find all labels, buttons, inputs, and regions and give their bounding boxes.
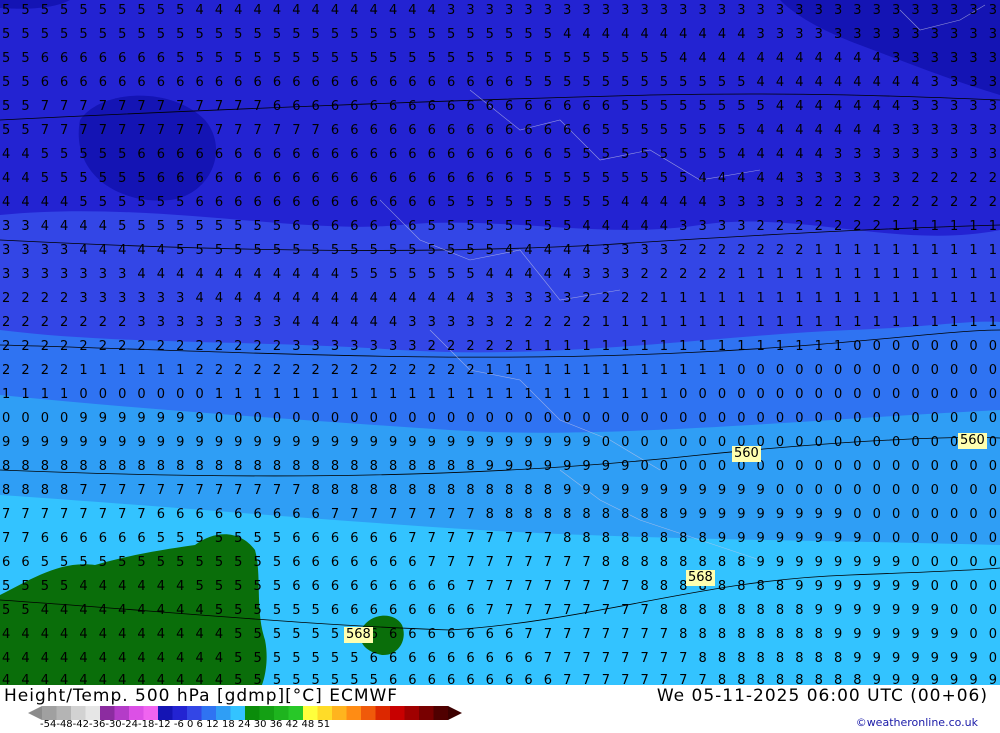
contour-label-560-b: 560 bbox=[958, 433, 987, 449]
forecast-datetime: We 05-11-2025 06:00 UTC (00+06) bbox=[656, 686, 988, 706]
scale-swatch bbox=[361, 706, 376, 720]
scale-swatch bbox=[288, 706, 304, 720]
credit-link[interactable]: ©weatheronline.co.uk bbox=[856, 716, 978, 729]
map-canvas: 5555555555444444444444433333333333333333… bbox=[0, 0, 1000, 685]
color-scale: -54-48-42-36-30-24-18-12 -6 0 6 12 18 24… bbox=[28, 705, 468, 731]
footer: Height/Temp. 500 hPa [gdmp][°C] ECMWF We… bbox=[0, 685, 1000, 733]
scale-arrow-right bbox=[448, 706, 462, 720]
scale-swatch bbox=[419, 706, 434, 720]
scale-swatch bbox=[158, 706, 173, 720]
color-scale-ticks: -54-48-42-36-30-24-18-12 -6 0 6 12 18 24… bbox=[40, 719, 331, 730]
scale-swatch bbox=[274, 706, 289, 720]
scale-swatch bbox=[390, 706, 405, 720]
scale-swatch bbox=[187, 706, 202, 720]
scale-swatch bbox=[114, 706, 130, 720]
scale-swatch bbox=[85, 706, 101, 720]
scale-swatch bbox=[346, 706, 362, 720]
contour-label-560-a: 560 bbox=[732, 446, 761, 462]
scale-swatch bbox=[245, 706, 260, 720]
scale-swatch bbox=[404, 706, 420, 720]
scale-swatch bbox=[303, 706, 318, 720]
scale-swatch bbox=[42, 706, 57, 720]
scale-swatch bbox=[56, 706, 72, 720]
scale-swatch bbox=[230, 706, 246, 720]
scale-swatch bbox=[201, 706, 217, 720]
scale-swatch bbox=[172, 706, 188, 720]
weather-map: 5555555555444444444444433333333333333333… bbox=[0, 0, 1000, 685]
scale-swatch bbox=[129, 706, 144, 720]
scale-swatch bbox=[100, 706, 115, 720]
scale-swatch bbox=[375, 706, 391, 720]
map-title: Height/Temp. 500 hPa [gdmp][°C] ECMWF bbox=[4, 686, 399, 706]
scale-swatch bbox=[332, 706, 347, 720]
scale-swatch bbox=[216, 706, 231, 720]
scale-swatch bbox=[143, 706, 159, 720]
contour-label-568-b: 568 bbox=[344, 627, 373, 643]
scale-swatch bbox=[433, 706, 449, 720]
scale-swatch bbox=[259, 706, 275, 720]
contour-label-568-a: 568 bbox=[686, 570, 715, 586]
scale-swatch bbox=[317, 706, 333, 720]
scale-arrow-left bbox=[28, 706, 42, 720]
color-scale-bar bbox=[28, 706, 462, 720]
scale-swatch bbox=[71, 706, 86, 720]
